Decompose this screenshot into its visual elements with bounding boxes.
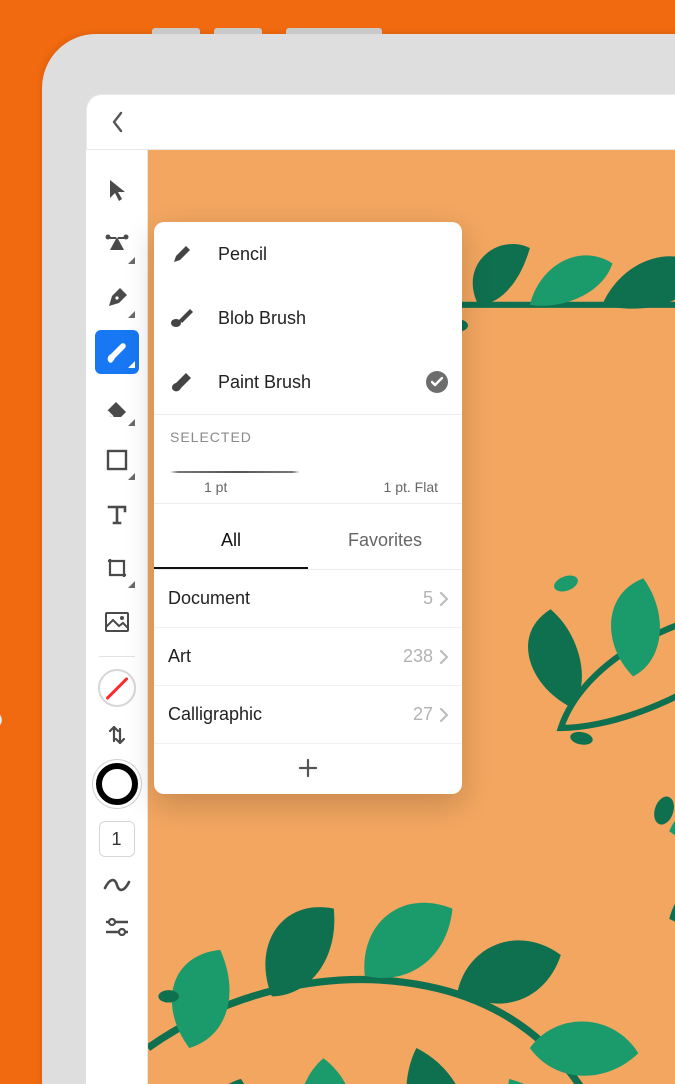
brush-option-paint[interactable]: Paint Brush xyxy=(154,350,462,414)
direct-selection-tool[interactable] xyxy=(95,218,139,270)
hardware-button xyxy=(152,28,200,34)
wave-icon xyxy=(103,878,131,892)
stroke-options-button[interactable] xyxy=(95,907,139,947)
divider xyxy=(154,503,462,504)
artboard-tool[interactable] xyxy=(95,542,139,594)
cursor-icon xyxy=(106,178,128,202)
brush-label: Blob Brush xyxy=(218,308,448,329)
chevron-right-icon xyxy=(439,592,448,606)
selected-brush-section: SELECTED 1 pt 1 pt. Flat xyxy=(154,415,462,503)
submenu-indicator-icon xyxy=(128,419,135,426)
stroke-preview xyxy=(170,471,300,473)
selected-heading: SELECTED xyxy=(170,429,446,445)
stroke-weight-field[interactable]: 1 xyxy=(99,821,135,857)
plus-icon xyxy=(298,758,318,778)
submenu-indicator-icon xyxy=(128,257,135,264)
brush-library-tabs: All Favorites xyxy=(154,512,462,570)
paint-brush-icon xyxy=(168,371,196,393)
pen-tool[interactable] xyxy=(95,272,139,324)
place-image-tool[interactable] xyxy=(95,596,139,648)
chevron-right-icon xyxy=(439,708,448,722)
app-screen: 1 xyxy=(86,94,675,1084)
rectangle-icon xyxy=(106,449,128,471)
brush-option-pencil[interactable]: Pencil xyxy=(154,222,462,286)
back-button[interactable] xyxy=(102,106,134,138)
artboard-icon xyxy=(105,556,129,580)
brush-label: Paint Brush xyxy=(218,372,404,393)
tab-all[interactable]: All xyxy=(154,512,308,569)
submenu-indicator-icon xyxy=(128,311,135,318)
chevron-left-icon xyxy=(111,111,125,133)
eraser-icon xyxy=(104,395,130,417)
brush-category-document[interactable]: Document 5 xyxy=(154,570,462,628)
image-icon xyxy=(105,612,129,632)
submenu-indicator-icon xyxy=(128,581,135,588)
category-count: 238 xyxy=(403,646,433,667)
stroke-profile-button[interactable] xyxy=(95,865,139,905)
tab-favorites[interactable]: Favorites xyxy=(308,512,462,569)
toolbar-separator xyxy=(99,656,135,657)
category-label: Calligraphic xyxy=(168,704,262,725)
workspace: 1 xyxy=(86,150,675,1084)
brush-icon xyxy=(104,339,130,365)
type-tool[interactable] xyxy=(95,488,139,540)
brush-category-calligraphic[interactable]: Calligraphic 27 xyxy=(154,686,462,744)
brush-category-art[interactable]: Art 238 xyxy=(154,628,462,686)
submenu-indicator-icon xyxy=(128,361,135,368)
hardware-button xyxy=(286,28,382,34)
stroke-swatch[interactable] xyxy=(96,763,138,805)
category-label: Document xyxy=(168,588,250,609)
tab-label: All xyxy=(221,530,241,550)
blob-brush-icon xyxy=(168,307,196,329)
brush-option-blob[interactable]: Blob Brush xyxy=(154,286,462,350)
category-count: 5 xyxy=(423,588,433,609)
eraser-tool[interactable] xyxy=(95,380,139,432)
brush-tool[interactable] xyxy=(95,330,139,374)
brush-label: Pencil xyxy=(218,244,448,265)
left-toolbar: 1 xyxy=(86,150,148,1084)
swap-fill-stroke-button[interactable] xyxy=(95,713,139,757)
selection-tool[interactable] xyxy=(95,164,139,216)
type-icon xyxy=(106,503,128,525)
no-fill-icon xyxy=(105,676,128,699)
category-label: Art xyxy=(168,646,191,667)
tab-label: Favorites xyxy=(348,530,422,550)
home-indicator xyxy=(0,712,2,728)
top-bar xyxy=(86,94,675,150)
stroke-weight-value: 1 xyxy=(111,829,121,850)
swap-icon xyxy=(108,724,126,746)
stroke-size-label: 1 pt xyxy=(204,479,227,495)
hardware-button xyxy=(214,28,262,34)
shape-tool[interactable] xyxy=(95,434,139,486)
fill-none-swatch[interactable] xyxy=(98,669,136,707)
tablet-bezel: 1 xyxy=(42,34,675,1084)
direct-select-icon xyxy=(104,233,130,255)
submenu-indicator-icon xyxy=(128,473,135,480)
sliders-icon xyxy=(104,918,130,936)
selected-check-icon xyxy=(426,371,448,393)
pen-icon xyxy=(105,286,129,310)
chevron-right-icon xyxy=(439,650,448,664)
stroke-tip-label: 1 pt. Flat xyxy=(384,479,438,495)
category-count: 27 xyxy=(413,704,433,725)
pencil-icon xyxy=(168,243,196,265)
add-brush-button[interactable] xyxy=(154,744,462,794)
brush-popover: Pencil Blob Brush Paint Brush xyxy=(154,222,462,794)
